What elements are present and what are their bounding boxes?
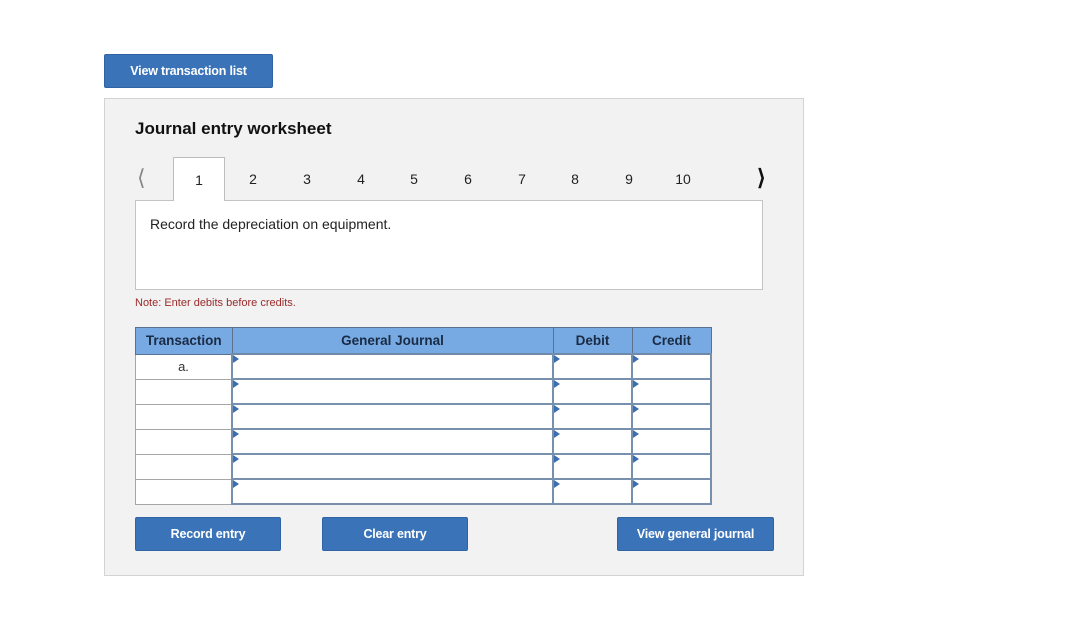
tab-6[interactable]: 6 (442, 157, 494, 200)
tab-9[interactable]: 9 (603, 157, 655, 200)
dropdown-marker-icon (633, 405, 639, 413)
account-cell (231, 353, 554, 380)
tab-3[interactable]: 3 (281, 157, 333, 200)
worksheet-title: Journal entry worksheet (135, 119, 332, 138)
credit-input[interactable] (633, 430, 710, 453)
debit-cell (552, 453, 633, 480)
account-cell (231, 478, 554, 505)
prompt-text: Record the depreciation on equipment. (150, 216, 392, 232)
credit-input[interactable] (633, 480, 710, 503)
account-input[interactable] (233, 355, 552, 378)
chevron-right-icon[interactable]: ⟩ (757, 165, 766, 191)
dropdown-marker-icon (554, 480, 560, 488)
clear-entry-button[interactable]: Clear entry (322, 517, 468, 551)
dropdown-marker-icon (233, 355, 239, 363)
entry-tabs: ⟨ 1 2 3 4 5 6 7 8 9 10 ⟩ (105, 157, 805, 201)
account-input[interactable] (233, 455, 552, 478)
dropdown-marker-icon (554, 405, 560, 413)
dropdown-marker-icon (233, 455, 239, 463)
tab-8[interactable]: 8 (549, 157, 601, 200)
debit-cell (552, 478, 633, 505)
credit-cell (631, 428, 712, 455)
account-cell (231, 453, 554, 480)
debit-input[interactable] (554, 380, 631, 403)
tab-1[interactable]: 1 (173, 157, 225, 201)
journal-entry-worksheet-panel: Journal entry worksheet ⟨ 1 2 3 4 5 6 7 … (104, 98, 804, 576)
table-row (135, 378, 712, 405)
table-row (135, 478, 712, 505)
credit-input[interactable] (633, 355, 710, 378)
view-transaction-list-button[interactable]: View transaction list (104, 54, 273, 88)
dropdown-marker-icon (233, 430, 239, 438)
transaction-cell (135, 478, 233, 505)
dropdown-marker-icon (554, 455, 560, 463)
account-cell (231, 428, 554, 455)
credit-cell (631, 453, 712, 480)
header-debit: Debit (552, 327, 633, 355)
transaction-cell: a. (135, 353, 233, 380)
tab-10[interactable]: 10 (657, 157, 709, 200)
debit-input[interactable] (554, 430, 631, 453)
transaction-cell (135, 378, 233, 405)
debit-cell (552, 353, 633, 380)
prompt-box: Record the depreciation on equipment. (135, 200, 763, 290)
view-general-journal-button[interactable]: View general journal (617, 517, 774, 551)
dropdown-marker-icon (233, 405, 239, 413)
debit-input[interactable] (554, 480, 631, 503)
account-input[interactable] (233, 480, 552, 503)
dropdown-marker-icon (554, 430, 560, 438)
table-row (135, 428, 712, 455)
dropdown-marker-icon (633, 455, 639, 463)
dropdown-marker-icon (633, 380, 639, 388)
transaction-cell (135, 428, 233, 455)
credit-cell (631, 378, 712, 405)
transaction-cell (135, 453, 233, 480)
chevron-left-icon[interactable]: ⟨ (137, 165, 146, 191)
header-transaction: Transaction (135, 327, 233, 355)
credit-cell (631, 478, 712, 505)
credit-cell (631, 403, 712, 430)
account-input[interactable] (233, 405, 552, 428)
account-input[interactable] (233, 430, 552, 453)
dropdown-marker-icon (233, 480, 239, 488)
credit-input[interactable] (633, 455, 710, 478)
debit-input[interactable] (554, 455, 631, 478)
table-row (135, 403, 712, 430)
dropdown-marker-icon (554, 355, 560, 363)
dropdown-marker-icon (633, 430, 639, 438)
header-general-journal: General Journal (231, 327, 554, 355)
tab-7[interactable]: 7 (496, 157, 548, 200)
account-cell (231, 378, 554, 405)
dropdown-marker-icon (633, 480, 639, 488)
account-input[interactable] (233, 380, 552, 403)
dropdown-marker-icon (233, 380, 239, 388)
journal-table: Transaction General Journal Debit Credit… (135, 327, 712, 505)
tab-4[interactable]: 4 (335, 157, 387, 200)
debit-input[interactable] (554, 355, 631, 378)
dropdown-marker-icon (554, 380, 560, 388)
credit-input[interactable] (633, 405, 710, 428)
note-text: Note: Enter debits before credits. (135, 297, 296, 309)
account-cell (231, 403, 554, 430)
table-row: a. (135, 353, 712, 380)
record-entry-button[interactable]: Record entry (135, 517, 281, 551)
debit-input[interactable] (554, 405, 631, 428)
transaction-cell (135, 403, 233, 430)
tab-5[interactable]: 5 (388, 157, 440, 200)
header-credit: Credit (631, 327, 712, 355)
debit-cell (552, 403, 633, 430)
debit-cell (552, 378, 633, 405)
dropdown-marker-icon (633, 355, 639, 363)
tab-2[interactable]: 2 (227, 157, 279, 200)
debit-cell (552, 428, 633, 455)
credit-cell (631, 353, 712, 380)
credit-input[interactable] (633, 380, 710, 403)
table-row (135, 453, 712, 480)
